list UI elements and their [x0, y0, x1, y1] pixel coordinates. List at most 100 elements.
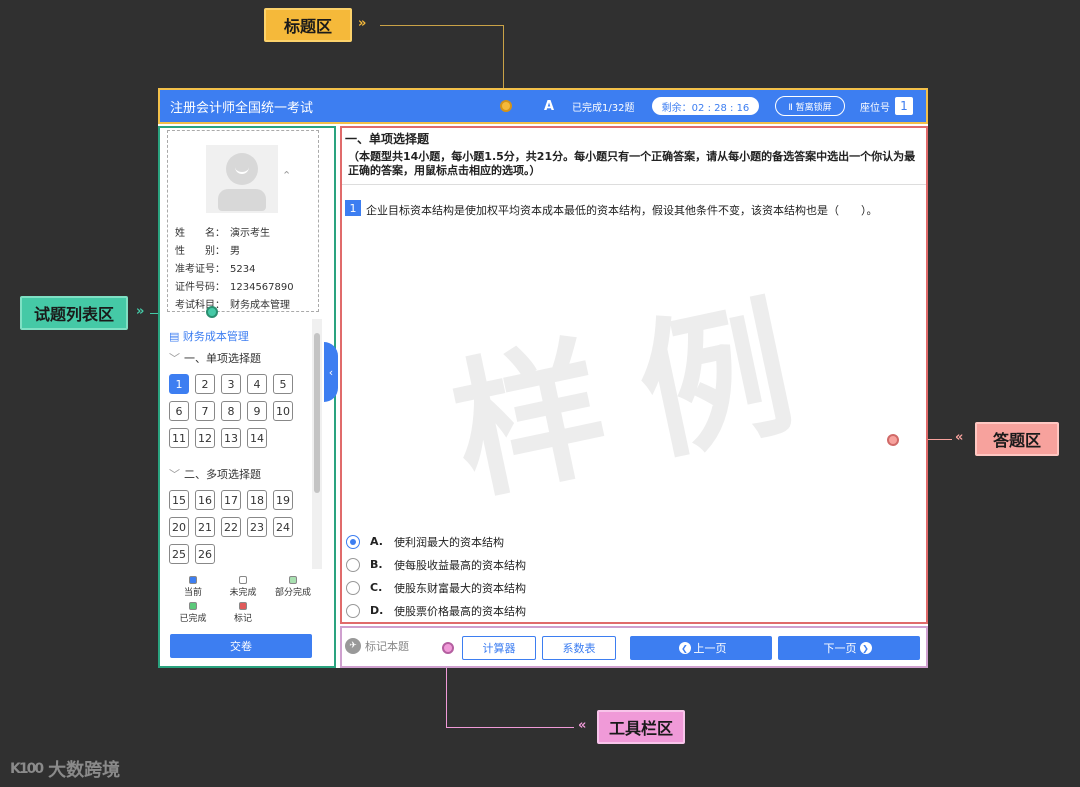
radio-button[interactable]	[346, 557, 360, 572]
list-scrollbar[interactable]	[312, 319, 322, 569]
candidate-info: ⌃ 姓 名： 演示考生性 别： 男准考证号： 5234 证件号码： 1234567890 考…	[167, 130, 319, 312]
question-number-button[interactable]: 24	[273, 517, 293, 537]
callout-arrow-list: »	[136, 304, 145, 319]
question-number-button[interactable]: 6	[169, 401, 189, 421]
question-number-button[interactable]: 23	[247, 517, 267, 537]
callout-toolbar-area: 工具栏区	[597, 710, 685, 744]
question-number-button[interactable]: 25	[169, 544, 189, 564]
question-navigator: ▤ 财务成本管理 ﹀ 一、单项选择题 1 2 3 4 5 6 7 8 9 10 11 12 13 14 ﹀ 二、多…	[169, 328, 324, 582]
brand-logo: K100 大数跨境	[10, 756, 120, 782]
candidate-info-row: 性 别： 男	[175, 243, 294, 261]
question-number-button[interactable]: 17	[221, 490, 241, 510]
question-number-button[interactable]: 12	[195, 428, 215, 448]
radio-button[interactable]	[346, 603, 360, 618]
legend-item: 已完成	[168, 602, 218, 624]
submit-exam-button[interactable]: 交卷	[170, 634, 312, 658]
section-toggle[interactable]: ﹀ 二、多项选择题	[169, 466, 324, 482]
question-number-button[interactable]: 3	[221, 374, 241, 394]
question-number-button[interactable]: 9	[247, 401, 267, 421]
answer-option[interactable]: D. 使股票价格最高的资本结构	[346, 599, 526, 622]
legend-swatch	[239, 602, 247, 610]
coefficient-table-button[interactable]: 系数表	[542, 636, 616, 660]
avatar-body	[218, 189, 266, 211]
avatar	[206, 145, 278, 213]
info-value: 5234	[230, 264, 256, 275]
document-icon: ▤	[169, 330, 183, 343]
section-toggle[interactable]: ﹀ 一、单项选择题	[169, 350, 324, 366]
brand-mark: K100	[10, 761, 44, 777]
legend-swatch	[239, 576, 247, 584]
collapse-sidebar-button[interactable]: ‹	[324, 342, 338, 402]
question-number-button[interactable]: 13	[221, 428, 241, 448]
question-number-button[interactable]: 22	[221, 517, 241, 537]
info-value: 演示考生	[230, 228, 270, 239]
mark-question-button[interactable]: ✈ 标记本题	[345, 638, 409, 654]
question-number-button[interactable]: 20	[169, 517, 189, 537]
question-number-button[interactable]: 15	[169, 490, 189, 510]
info-key: 准考证号：	[175, 264, 225, 275]
legend-item: 当前	[168, 576, 218, 598]
question-number-button[interactable]: 1	[169, 374, 189, 394]
chevron-right-icon: ❯	[859, 642, 872, 654]
option-text: 使每股收益最高的资本结构	[394, 558, 526, 572]
exam-title: 注册会计师全国统一考试	[170, 100, 314, 116]
question-number-grid: 15 16 17 18 19 20 21 22 23 24 25 26	[169, 490, 324, 564]
answer-area: 样例 一、单项选择题 （本题型共14小题，每小题1.5分，共21分。每小题只有一…	[340, 126, 928, 624]
question-number-button[interactable]: 5	[273, 374, 293, 394]
next-page-button[interactable]: 下一页 ❯	[778, 636, 920, 660]
status-legend: 当前 未完成 部分完成 已完成 标记	[168, 576, 318, 624]
question-number-button[interactable]: 18	[247, 490, 267, 510]
question-number-button[interactable]: 8	[221, 401, 241, 421]
section-heading: 一、单项选择题	[345, 132, 430, 146]
question-text: 企业目标资本结构是使加权平均资本成本最低的资本结构，假设其他条件不变，该资本结构…	[366, 204, 878, 217]
question-number-button[interactable]: 10	[273, 401, 293, 421]
option-letter: B.	[370, 558, 383, 571]
info-key: 姓 名：	[175, 228, 225, 239]
question-number-button[interactable]: 19	[273, 490, 293, 510]
question-number-button[interactable]: 14	[247, 428, 267, 448]
title-bar: 注册会计师全国统一考试 A 已完成1/32题 剩余：02 : 28 : 16 Ⅱ…	[158, 88, 928, 124]
chevron-up-icon[interactable]: ⌃	[282, 169, 291, 182]
pause-lock-button[interactable]: Ⅱ 暂离锁屏	[775, 96, 845, 116]
callout-arrow-toolbar: «	[578, 718, 587, 733]
question-number-button[interactable]: 21	[195, 517, 215, 537]
font-size-icon[interactable]: A	[544, 99, 554, 114]
legend-swatch	[189, 576, 197, 584]
question-number-button[interactable]: 26	[195, 544, 215, 564]
question-number-button[interactable]: 4	[247, 374, 267, 394]
question-number-button[interactable]: 7	[195, 401, 215, 421]
radio-button[interactable]	[346, 534, 360, 549]
prev-page-button[interactable]: ❮ 上一页	[630, 636, 772, 660]
info-value: 男	[230, 246, 240, 257]
answer-option[interactable]: C. 使股东财富最大的资本结构	[346, 576, 526, 599]
radio-button[interactable]	[346, 580, 360, 595]
countdown-timer: 剩余：02 : 28 : 16	[652, 97, 759, 115]
question-number-button[interactable]: 2	[195, 374, 215, 394]
chevron-down-icon: ﹀	[169, 468, 180, 481]
leader-line	[446, 727, 574, 728]
scroll-thumb[interactable]	[314, 333, 320, 493]
divider	[342, 184, 926, 185]
option-text: 使股东财富最大的资本结构	[394, 581, 526, 595]
info-key: 考试科目：	[175, 300, 225, 311]
info-key: 证件号码：	[175, 282, 225, 293]
answer-option[interactable]: A. 使利润最大的资本结构	[346, 530, 526, 553]
question-number-button[interactable]: 16	[195, 490, 215, 510]
leader-line	[380, 25, 504, 26]
option-text: 使利润最大的资本结构	[394, 535, 504, 549]
answer-option[interactable]: B. 使每股收益最高的资本结构	[346, 553, 526, 576]
brand-name: 大数跨境	[48, 760, 121, 781]
answer-options: A. 使利润最大的资本结构 B. 使每股收益最高的资本结构 C. 使股东财富最大的资本结构…	[346, 530, 526, 622]
chevron-left-icon: ‹	[328, 365, 334, 379]
question-number-button[interactable]: 11	[169, 428, 189, 448]
question-number-badge: 1	[345, 200, 361, 216]
candidate-info-row: 考试科目： 财务成本管理	[175, 297, 294, 315]
legend-swatch	[189, 602, 197, 610]
subject-link[interactable]: ▤ 财务成本管理	[169, 328, 324, 344]
section-description: （本题型共14小题，每小题1.5分，共21分。每小题只有一个正确答案，请从每小题…	[348, 150, 916, 177]
calculator-button[interactable]: 计算器	[462, 636, 536, 660]
chevron-down-icon: ﹀	[169, 352, 180, 365]
option-text: 使股票价格最高的资本结构	[394, 604, 526, 618]
candidate-info-rows: 姓 名： 演示考生性 别： 男准考证号： 5234 证件号码： 1234567890 考试科…	[175, 225, 294, 315]
callout-arrow-answer: «	[955, 430, 964, 445]
